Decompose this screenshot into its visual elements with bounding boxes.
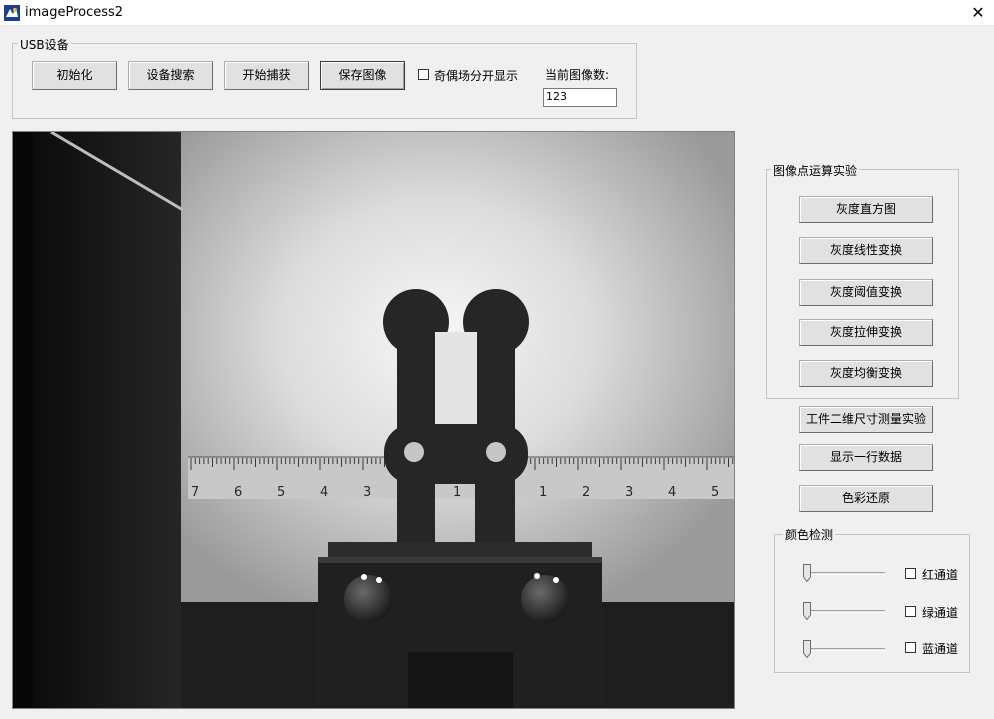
device-search-button[interactable]: 设备搜索 [128, 61, 213, 90]
blue-channel-slider-track[interactable] [806, 648, 885, 651]
ruler-label: 5 [277, 485, 285, 500]
blue-channel-checkbox[interactable] [905, 642, 916, 653]
ruler-label: 6 [234, 485, 242, 500]
red-channel-label: 红通道 [922, 568, 959, 582]
green-channel-label: 绿通道 [922, 606, 959, 620]
green-channel-slider-thumb[interactable] [803, 602, 811, 620]
init-button[interactable]: 初始化 [32, 61, 117, 90]
green-channel-slider-track[interactable] [806, 610, 885, 613]
window-title: imageProcess2 [25, 5, 124, 20]
image-count-label: 当前图像数: [545, 68, 610, 82]
image-count-field[interactable]: 123 [543, 88, 617, 107]
red-channel-slider-thumb[interactable] [803, 564, 811, 582]
histogram-button[interactable]: 灰度直方图 [799, 196, 933, 223]
red-channel-slider-track[interactable] [806, 572, 885, 575]
ruler-label: 1 [453, 485, 461, 500]
ruler-label: 4 [320, 485, 328, 500]
start-capture-button[interactable]: 开始捕获 [224, 61, 309, 90]
odd-even-field-checkbox[interactable] [418, 69, 429, 80]
linear-transform-button[interactable]: 灰度线性变换 [799, 237, 933, 264]
camera-image: 765432112345 [13, 132, 734, 708]
ruler-label: 1 [539, 485, 547, 500]
green-channel-checkbox[interactable] [905, 606, 916, 617]
title-bar: imageProcess2 ✕ [0, 0, 994, 26]
odd-even-field-label: 奇偶场分开显示 [434, 69, 519, 83]
app-logo-icon [4, 5, 20, 21]
blue-channel-label: 蓝通道 [922, 642, 959, 656]
ruler-label: 4 [668, 485, 676, 500]
color-restore-button[interactable]: 色彩还原 [799, 485, 933, 512]
threshold-transform-button[interactable]: 灰度阈值变换 [799, 279, 933, 306]
show-row-data-button[interactable]: 显示一行数据 [799, 444, 933, 471]
save-image-button[interactable]: 保存图像 [320, 61, 405, 90]
ruler-label: 3 [625, 485, 633, 500]
point-ops-group-label: 图像点运算实验 [771, 162, 860, 179]
close-icon[interactable]: ✕ [962, 0, 994, 26]
image-display: 765432112345 [12, 131, 735, 709]
color-detect-group-label: 颜色检测 [783, 526, 836, 543]
equalize-transform-button[interactable]: 灰度均衡变换 [799, 360, 933, 387]
blue-channel-slider-thumb[interactable] [803, 640, 811, 658]
ruler-label: 5 [711, 485, 719, 500]
measure-2d-button[interactable]: 工件二维尺寸测量实验 [799, 406, 933, 433]
ruler-label: 7 [191, 485, 199, 500]
ruler-label: 3 [363, 485, 371, 500]
ruler-label: 2 [582, 485, 590, 500]
usb-device-group-label: USB设备 [18, 36, 71, 53]
stretch-transform-button[interactable]: 灰度拉伸变换 [799, 319, 933, 346]
red-channel-checkbox[interactable] [905, 568, 916, 579]
